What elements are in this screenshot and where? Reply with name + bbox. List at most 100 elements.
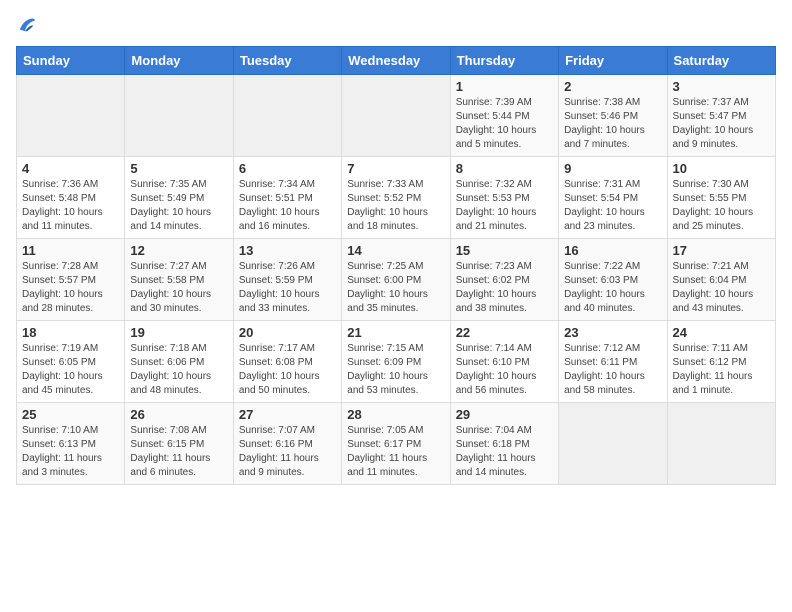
day-number: 28: [347, 407, 444, 422]
calendar-cell: 9 Sunrise: 7:31 AM Sunset: 5:54 PM Daylig…: [559, 157, 667, 239]
day-number: 20: [239, 325, 336, 340]
day-info: Sunrise: 7:07 AM Sunset: 6:16 PM Dayligh…: [239, 424, 336, 480]
calendar-cell: [233, 75, 341, 157]
day-info: Sunrise: 7:32 AM Sunset: 5:53 PM Dayligh…: [456, 178, 553, 234]
weekday-header-monday: Monday: [125, 47, 233, 75]
day-info: Sunrise: 7:05 AM Sunset: 6:17 PM Dayligh…: [347, 424, 444, 480]
weekday-header-row: SundayMondayTuesdayWednesdayThursdayFrid…: [17, 47, 776, 75]
day-number: 9: [564, 161, 661, 176]
calendar-cell: 19 Sunrise: 7:18 AM Sunset: 6:06 PM Dayli…: [125, 321, 233, 403]
calendar-cell: 4 Sunrise: 7:36 AM Sunset: 5:48 PM Daylig…: [17, 157, 125, 239]
calendar-cell: 21Sunrise: 7:15 AM Sunset: 6:09 PM Dayli…: [342, 321, 450, 403]
calendar-cell: 17 Sunrise: 7:21 AM Sunset: 6:04 PM Dayli…: [667, 239, 775, 321]
calendar-table: SundayMondayTuesdayWednesdayThursdayFrid…: [16, 46, 776, 485]
day-number: 29: [456, 407, 553, 422]
calendar-cell: 1 Sunrise: 7:39 AM Sunset: 5:44 PM Daylig…: [450, 75, 558, 157]
day-number: 19: [130, 325, 227, 340]
day-number: 17: [673, 243, 770, 258]
calendar-cell: [559, 403, 667, 485]
calendar-cell: 14 Sunrise: 7:25 AM Sunset: 6:00 PM Dayli…: [342, 239, 450, 321]
day-info: Sunrise: 7:17 AM Sunset: 6:08 PM Dayligh…: [239, 342, 336, 398]
day-number: 26: [130, 407, 227, 422]
day-number: 24: [673, 325, 770, 340]
day-info: Sunrise: 7:36 AM Sunset: 5:48 PM Dayligh…: [22, 178, 119, 234]
weekday-header-saturday: Saturday: [667, 47, 775, 75]
day-number: 10: [673, 161, 770, 176]
weekday-header-tuesday: Tuesday: [233, 47, 341, 75]
day-number: 16: [564, 243, 661, 258]
calendar-cell: 26 Sunrise: 7:08 AM Sunset: 6:15 PM Dayli…: [125, 403, 233, 485]
day-number: 27: [239, 407, 336, 422]
calendar-cell: 18 Sunrise: 7:19 AM Sunset: 6:05 PM Dayli…: [17, 321, 125, 403]
calendar-cell: 29 Sunrise: 7:04 AM Sunset: 6:18 PM Dayli…: [450, 403, 558, 485]
weekday-header-sunday: Sunday: [17, 47, 125, 75]
day-info: Sunrise: 7:12 AM Sunset: 6:11 PM Dayligh…: [564, 342, 661, 398]
calendar-cell: 23Sunrise: 7:12 AM Sunset: 6:11 PM Dayli…: [559, 321, 667, 403]
calendar-cell: 24 Sunrise: 7:11 AM Sunset: 6:12 PM Dayli…: [667, 321, 775, 403]
day-number: 22: [456, 325, 553, 340]
day-info: Sunrise: 7:11 AM Sunset: 6:12 PM Dayligh…: [673, 342, 770, 398]
logo-bird-icon: [18, 16, 36, 34]
day-info: Sunrise: 7:30 AM Sunset: 5:55 PM Dayligh…: [673, 178, 770, 234]
day-number: 3: [673, 79, 770, 94]
logo: [16, 16, 36, 34]
day-info: Sunrise: 7:18 AM Sunset: 6:06 PM Dayligh…: [130, 342, 227, 398]
day-number: 8: [456, 161, 553, 176]
day-number: 21: [347, 325, 444, 340]
calendar-cell: 3Sunrise: 7:37 AM Sunset: 5:47 PM Daylig…: [667, 75, 775, 157]
day-info: Sunrise: 7:26 AM Sunset: 5:59 PM Dayligh…: [239, 260, 336, 316]
calendar-cell: 25 Sunrise: 7:10 AM Sunset: 6:13 PM Dayli…: [17, 403, 125, 485]
calendar-week-row: 1 Sunrise: 7:39 AM Sunset: 5:44 PM Daylig…: [17, 75, 776, 157]
day-number: 4: [22, 161, 119, 176]
day-info: Sunrise: 7:21 AM Sunset: 6:04 PM Dayligh…: [673, 260, 770, 316]
calendar-cell: 22Sunrise: 7:14 AM Sunset: 6:10 PM Dayli…: [450, 321, 558, 403]
calendar-cell: [17, 75, 125, 157]
day-info: Sunrise: 7:19 AM Sunset: 6:05 PM Dayligh…: [22, 342, 119, 398]
calendar-cell: 5 Sunrise: 7:35 AM Sunset: 5:49 PM Daylig…: [125, 157, 233, 239]
calendar-cell: 12 Sunrise: 7:27 AM Sunset: 5:58 PM Dayli…: [125, 239, 233, 321]
calendar-week-row: 11 Sunrise: 7:28 AM Sunset: 5:57 PM Dayli…: [17, 239, 776, 321]
day-info: Sunrise: 7:25 AM Sunset: 6:00 PM Dayligh…: [347, 260, 444, 316]
day-info: Sunrise: 7:35 AM Sunset: 5:49 PM Dayligh…: [130, 178, 227, 234]
day-info: Sunrise: 7:08 AM Sunset: 6:15 PM Dayligh…: [130, 424, 227, 480]
calendar-week-row: 4 Sunrise: 7:36 AM Sunset: 5:48 PM Daylig…: [17, 157, 776, 239]
day-info: Sunrise: 7:04 AM Sunset: 6:18 PM Dayligh…: [456, 424, 553, 480]
calendar-cell: 7 Sunrise: 7:33 AM Sunset: 5:52 PM Daylig…: [342, 157, 450, 239]
weekday-header-wednesday: Wednesday: [342, 47, 450, 75]
day-info: Sunrise: 7:23 AM Sunset: 6:02 PM Dayligh…: [456, 260, 553, 316]
day-number: 18: [22, 325, 119, 340]
day-number: 2: [564, 79, 661, 94]
day-info: Sunrise: 7:31 AM Sunset: 5:54 PM Dayligh…: [564, 178, 661, 234]
calendar-week-row: 25 Sunrise: 7:10 AM Sunset: 6:13 PM Dayli…: [17, 403, 776, 485]
calendar-week-row: 18 Sunrise: 7:19 AM Sunset: 6:05 PM Dayli…: [17, 321, 776, 403]
weekday-header-thursday: Thursday: [450, 47, 558, 75]
day-info: Sunrise: 7:27 AM Sunset: 5:58 PM Dayligh…: [130, 260, 227, 316]
calendar-cell: [342, 75, 450, 157]
calendar-cell: 13Sunrise: 7:26 AM Sunset: 5:59 PM Dayli…: [233, 239, 341, 321]
day-number: 5: [130, 161, 227, 176]
calendar-cell: 11 Sunrise: 7:28 AM Sunset: 5:57 PM Dayli…: [17, 239, 125, 321]
day-number: 11: [22, 243, 119, 258]
day-number: 15: [456, 243, 553, 258]
day-number: 14: [347, 243, 444, 258]
day-info: Sunrise: 7:33 AM Sunset: 5:52 PM Dayligh…: [347, 178, 444, 234]
calendar-cell: 6Sunrise: 7:34 AM Sunset: 5:51 PM Daylig…: [233, 157, 341, 239]
day-number: 25: [22, 407, 119, 422]
day-number: 6: [239, 161, 336, 176]
day-number: 12: [130, 243, 227, 258]
day-number: 1: [456, 79, 553, 94]
day-info: Sunrise: 7:39 AM Sunset: 5:44 PM Dayligh…: [456, 96, 553, 152]
calendar-cell: 10 Sunrise: 7:30 AM Sunset: 5:55 PM Dayli…: [667, 157, 775, 239]
calendar-cell: 2Sunrise: 7:38 AM Sunset: 5:46 PM Daylig…: [559, 75, 667, 157]
calendar-cell: [667, 403, 775, 485]
day-info: Sunrise: 7:22 AM Sunset: 6:03 PM Dayligh…: [564, 260, 661, 316]
day-info: Sunrise: 7:10 AM Sunset: 6:13 PM Dayligh…: [22, 424, 119, 480]
calendar-cell: 16 Sunrise: 7:22 AM Sunset: 6:03 PM Dayli…: [559, 239, 667, 321]
calendar-cell: 15 Sunrise: 7:23 AM Sunset: 6:02 PM Dayli…: [450, 239, 558, 321]
day-number: 7: [347, 161, 444, 176]
calendar-cell: 28 Sunrise: 7:05 AM Sunset: 6:17 PM Dayli…: [342, 403, 450, 485]
weekday-header-friday: Friday: [559, 47, 667, 75]
day-info: Sunrise: 7:28 AM Sunset: 5:57 PM Dayligh…: [22, 260, 119, 316]
calendar-cell: 20 Sunrise: 7:17 AM Sunset: 6:08 PM Dayli…: [233, 321, 341, 403]
calendar-cell: 27 Sunrise: 7:07 AM Sunset: 6:16 PM Dayli…: [233, 403, 341, 485]
